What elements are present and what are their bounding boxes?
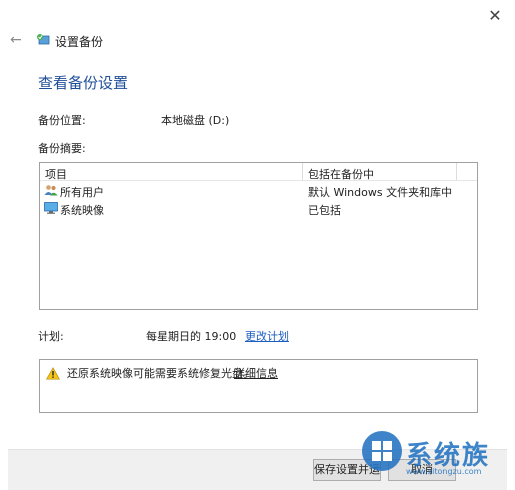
close-icon: ✕ (488, 6, 502, 25)
windows-logo-icon (362, 431, 402, 471)
back-button[interactable]: ← (10, 32, 26, 48)
row-item-name: 系统映像 (60, 204, 104, 217)
backup-location-value: 本地磁盘 (D:) (161, 114, 230, 127)
monitor-icon (44, 202, 58, 214)
warning-text: 还原系统映像可能需要系统修复光盘。 (67, 367, 254, 380)
warning-icon (46, 367, 60, 380)
row-item-name: 所有用户 (60, 186, 104, 199)
back-arrow-icon: ← (10, 32, 22, 48)
schedule-value: 每星期日的 19:00 (146, 330, 237, 343)
window-title: 设置备份 (55, 35, 104, 49)
row-included-value: 已包括 (308, 204, 341, 217)
column-header-item[interactable]: 项目 (45, 166, 67, 182)
close-button[interactable]: ✕ (485, 6, 505, 26)
page-title: 查看备份设置 (38, 74, 129, 92)
backup-summary-label: 备份摘要: (38, 142, 86, 155)
schedule-label: 计划: (38, 330, 64, 343)
column-divider[interactable] (456, 163, 457, 180)
column-header-included[interactable]: 包括在备份中 (308, 166, 374, 182)
watermark-url: www.xitongzu.com (406, 467, 482, 476)
row-included-value: 默认 Windows 文件夹和库中... (308, 186, 453, 199)
warning-box: 还原系统映像可能需要系统修复光盘。 详细信息 (39, 359, 478, 413)
backup-app-icon (37, 34, 50, 45)
backup-summary-table: 项目 包括在备份中 所有用户 默认 Windows 文件夹和库中... 系统映像… (39, 162, 478, 310)
change-schedule-link[interactable]: 更改计划 (245, 328, 289, 344)
backup-location-label: 备份位置: (38, 114, 86, 127)
users-icon (44, 185, 58, 196)
table-header: 项目 包括在备份中 (40, 163, 477, 181)
details-link[interactable]: 详细信息 (234, 365, 278, 381)
backup-settings-window: ✕ ← 设置备份 查看备份设置 备份位置: 本地磁盘 (D:) 备份摘要: 项目… (0, 0, 515, 490)
column-divider[interactable] (302, 163, 303, 180)
watermark-logo: 系统族 www.xitongzu.com (360, 425, 510, 487)
